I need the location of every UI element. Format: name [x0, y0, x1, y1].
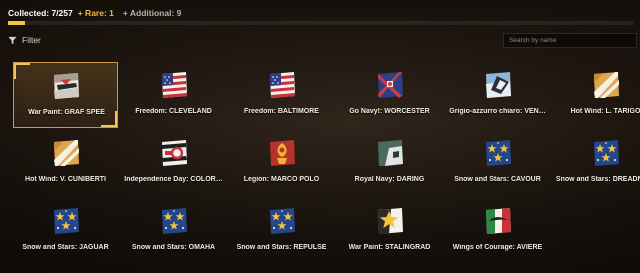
camouflage-label: Grigio-azzurro chiaro: VEN…	[449, 108, 546, 115]
snow-stars-icon	[483, 138, 513, 168]
stalingrad-star-icon	[375, 206, 405, 236]
camouflage-label: Legion: MARCO POLO	[243, 176, 320, 183]
snow-stars-icon	[159, 206, 189, 236]
filter-label: Filter	[22, 35, 41, 45]
camouflage-tile[interactable]: Freedom: BALTIMORE	[229, 62, 334, 128]
go-navy-flag-icon	[375, 70, 405, 100]
camouflage-label: Independence Day: COLOR…	[124, 176, 223, 183]
camouflage-label: Hot Wind: L. TARIGO	[570, 108, 640, 115]
camouflage-tile[interactable]: Independence Day: COLOR…	[121, 130, 226, 196]
camouflage-grid: War Paint: GRAF SPEE Freedom: CLEVELAND Fr…	[13, 62, 640, 266]
camouflage-tile[interactable]: Snow and Stars: JAGUAR	[13, 198, 118, 264]
legion-emblem-icon	[267, 138, 297, 168]
us-flag-icon	[267, 70, 297, 100]
camouflage-label: Snow and Stars: JAGUAR	[22, 244, 109, 251]
camouflage-tile[interactable]: Wings of Courage: AVIERE	[445, 198, 550, 264]
collection-progress-bar	[8, 21, 634, 25]
camouflage-label: Snow and Stars: REPULSE	[236, 244, 327, 251]
camouflage-tile[interactable]: Royal Navy: DARING	[337, 130, 442, 196]
rare-count: + Rare: 1	[77, 8, 114, 18]
filter-icon	[8, 36, 17, 44]
camouflage-label: Wings of Courage: AVIERE	[452, 244, 543, 251]
camouflage-label: Snow and Stars: OMAHA	[131, 244, 216, 251]
snow-stars-icon	[51, 206, 81, 236]
camouflage-label: Snow and Stars: DREADNO…	[555, 176, 640, 183]
camouflage-tile[interactable]: War Paint: GRAF SPEE	[13, 62, 118, 128]
camouflage-label: Freedom: CLEVELAND	[135, 108, 212, 115]
camouflage-tile[interactable]: Hot Wind: V. CUNIBERTI	[13, 130, 118, 196]
camouflage-tile[interactable]: Snow and Stars: DREADNO…	[553, 130, 640, 196]
camouflage-tile[interactable]: Hot Wind: L. TARIGO	[553, 62, 640, 128]
camouflage-tile[interactable]: Grigio-azzurro chiaro: VEN…	[445, 62, 550, 128]
camouflage-label: Royal Navy: DARING	[354, 176, 425, 183]
snow-stars-icon	[267, 206, 297, 236]
filter-button[interactable]: Filter	[8, 35, 41, 45]
camouflage-label: War Paint: GRAF SPEE	[28, 109, 105, 116]
camouflage-tile[interactable]: Snow and Stars: OMAHA	[121, 198, 226, 264]
hot-wind-stripe-icon	[51, 138, 81, 168]
grigio-azzurro-icon	[483, 70, 513, 100]
wings-of-courage-icon	[483, 206, 513, 236]
camouflage-tile[interactable]: Freedom: CLEVELAND	[121, 62, 226, 128]
graf-spee-camo-icon	[51, 71, 81, 101]
royal-navy-icon	[375, 138, 405, 168]
snow-stars-icon	[591, 138, 621, 168]
camouflage-tile[interactable]: Snow and Stars: CAVOUR	[445, 130, 550, 196]
camouflage-label: Go Navy!: WORCESTER	[349, 108, 430, 115]
us-flag-icon	[159, 70, 189, 100]
camouflage-tile[interactable]: War Paint: STALINGRAD	[337, 198, 442, 264]
camouflage-tile[interactable]: Legion: MARCO POLO	[229, 130, 334, 196]
camouflage-label: War Paint: STALINGRAD	[348, 244, 431, 251]
additional-count: + Additional: 9	[122, 8, 182, 18]
independence-day-icon	[159, 138, 189, 168]
search-input[interactable]	[503, 33, 637, 48]
progress-fill	[8, 21, 25, 25]
camouflage-tile[interactable]: Snow and Stars: REPULSE	[229, 198, 334, 264]
camouflage-tile[interactable]: Go Navy!: WORCESTER	[337, 62, 442, 128]
camouflage-label: Snow and Stars: CAVOUR	[454, 176, 541, 183]
camouflage-label: Freedom: BALTIMORE	[244, 108, 319, 115]
collected-count: Collected: 7/257	[8, 8, 73, 18]
hot-wind-stripe-icon	[591, 70, 621, 100]
camouflage-label: Hot Wind: V. CUNIBERTI	[25, 176, 106, 183]
